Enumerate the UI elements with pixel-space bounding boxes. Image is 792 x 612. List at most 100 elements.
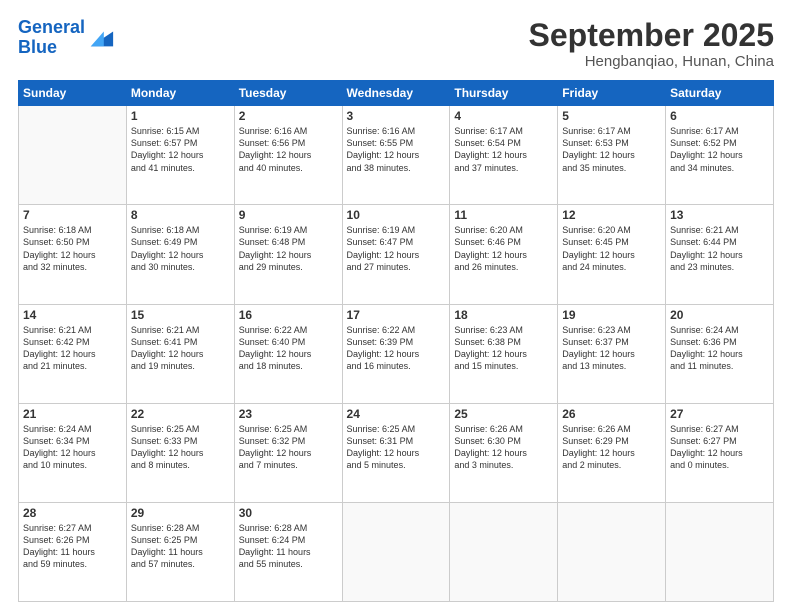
cell-info: Sunrise: 6:18 AM Sunset: 6:49 PM Dayligh…: [131, 224, 230, 273]
cell-info: Sunrise: 6:23 AM Sunset: 6:37 PM Dayligh…: [562, 324, 661, 373]
day-number: 20: [670, 308, 769, 322]
calendar-cell: [666, 502, 774, 601]
day-number: 15: [131, 308, 230, 322]
day-number: 22: [131, 407, 230, 421]
calendar-cell: 16 Sunrise: 6:22 AM Sunset: 6:40 PM Dayli…: [234, 304, 342, 403]
calendar-cell: 26 Sunrise: 6:26 AM Sunset: 6:29 PM Dayli…: [558, 403, 666, 502]
day-of-week-sunday: Sunday: [19, 81, 127, 106]
cell-info: Sunrise: 6:15 AM Sunset: 6:57 PM Dayligh…: [131, 125, 230, 174]
calendar-cell: 7 Sunrise: 6:18 AM Sunset: 6:50 PM Daylig…: [19, 205, 127, 304]
title-block: September 2025 Hengbanqiao, Hunan, China: [529, 18, 774, 70]
calendar-cell: 4 Sunrise: 6:17 AM Sunset: 6:54 PM Daylig…: [450, 106, 558, 205]
calendar-cell: 24 Sunrise: 6:25 AM Sunset: 6:31 PM Dayli…: [342, 403, 450, 502]
calendar-header-row: SundayMondayTuesdayWednesdayThursdayFrid…: [19, 81, 774, 106]
cell-info: Sunrise: 6:21 AM Sunset: 6:41 PM Dayligh…: [131, 324, 230, 373]
day-number: 23: [239, 407, 338, 421]
day-number: 28: [23, 506, 122, 520]
cell-info: Sunrise: 6:25 AM Sunset: 6:31 PM Dayligh…: [347, 423, 446, 472]
calendar-cell: [19, 106, 127, 205]
calendar-week-1: 1Sunrise: 6:15 AM Sunset: 6:57 PM Daylig…: [19, 106, 774, 205]
calendar-cell: 21Sunrise: 6:24 AM Sunset: 6:34 PM Dayli…: [19, 403, 127, 502]
day-number: 3: [347, 109, 446, 123]
calendar-cell: 5 Sunrise: 6:17 AM Sunset: 6:53 PM Daylig…: [558, 106, 666, 205]
calendar-cell: 28 Sunrise: 6:27 AM Sunset: 6:26 PM Dayli…: [19, 502, 127, 601]
cell-info: Sunrise: 6:24 AM Sunset: 6:36 PM Dayligh…: [670, 324, 769, 373]
calendar-cell: 18 Sunrise: 6:23 AM Sunset: 6:38 PM Dayli…: [450, 304, 558, 403]
calendar-cell: 10 Sunrise: 6:19 AM Sunset: 6:47 PM Dayli…: [342, 205, 450, 304]
logo: General Blue: [18, 18, 115, 58]
calendar-cell: 9 Sunrise: 6:19 AM Sunset: 6:48 PM Daylig…: [234, 205, 342, 304]
cell-info: Sunrise: 6:24 AM Sunset: 6:34 PM Dayligh…: [23, 423, 122, 472]
day-number: 27: [670, 407, 769, 421]
day-number: 25: [454, 407, 553, 421]
day-of-week-wednesday: Wednesday: [342, 81, 450, 106]
day-number: 6: [670, 109, 769, 123]
cell-info: Sunrise: 6:28 AM Sunset: 6:25 PM Dayligh…: [131, 522, 230, 571]
day-number: 30: [239, 506, 338, 520]
cell-info: Sunrise: 6:21 AM Sunset: 6:44 PM Dayligh…: [670, 224, 769, 273]
logo-line2: Blue: [18, 37, 57, 57]
cell-info: Sunrise: 6:28 AM Sunset: 6:24 PM Dayligh…: [239, 522, 338, 571]
cell-info: Sunrise: 6:22 AM Sunset: 6:40 PM Dayligh…: [239, 324, 338, 373]
day-number: 14: [23, 308, 122, 322]
day-number: 9: [239, 208, 338, 222]
calendar-cell: [450, 502, 558, 601]
cell-info: Sunrise: 6:27 AM Sunset: 6:27 PM Dayligh…: [670, 423, 769, 472]
calendar-cell: 20 Sunrise: 6:24 AM Sunset: 6:36 PM Dayli…: [666, 304, 774, 403]
location-subtitle: Hengbanqiao, Hunan, China: [529, 53, 774, 70]
calendar-cell: 12 Sunrise: 6:20 AM Sunset: 6:45 PM Dayli…: [558, 205, 666, 304]
calendar-cell: 23 Sunrise: 6:25 AM Sunset: 6:32 PM Dayli…: [234, 403, 342, 502]
cell-info: Sunrise: 6:17 AM Sunset: 6:53 PM Dayligh…: [562, 125, 661, 174]
cell-info: Sunrise: 6:20 AM Sunset: 6:45 PM Dayligh…: [562, 224, 661, 273]
day-number: 18: [454, 308, 553, 322]
day-of-week-saturday: Saturday: [666, 81, 774, 106]
calendar-cell: 8 Sunrise: 6:18 AM Sunset: 6:49 PM Daylig…: [126, 205, 234, 304]
cell-info: Sunrise: 6:27 AM Sunset: 6:26 PM Dayligh…: [23, 522, 122, 571]
cell-info: Sunrise: 6:17 AM Sunset: 6:54 PM Dayligh…: [454, 125, 553, 174]
cell-info: Sunrise: 6:19 AM Sunset: 6:48 PM Dayligh…: [239, 224, 338, 273]
day-of-week-tuesday: Tuesday: [234, 81, 342, 106]
calendar-cell: 30 Sunrise: 6:28 AM Sunset: 6:24 PM Dayli…: [234, 502, 342, 601]
logo-text: General Blue: [18, 18, 85, 58]
calendar-week-5: 28 Sunrise: 6:27 AM Sunset: 6:26 PM Dayli…: [19, 502, 774, 601]
day-of-week-thursday: Thursday: [450, 81, 558, 106]
day-of-week-monday: Monday: [126, 81, 234, 106]
calendar-week-2: 7 Sunrise: 6:18 AM Sunset: 6:50 PM Daylig…: [19, 205, 774, 304]
day-number: 11: [454, 208, 553, 222]
day-number: 24: [347, 407, 446, 421]
page: General Blue September 2025 Hengbanqiao,…: [0, 0, 792, 612]
day-number: 26: [562, 407, 661, 421]
cell-info: Sunrise: 6:16 AM Sunset: 6:55 PM Dayligh…: [347, 125, 446, 174]
day-number: 5: [562, 109, 661, 123]
day-number: 2: [239, 109, 338, 123]
day-number: 12: [562, 208, 661, 222]
calendar-cell: 25Sunrise: 6:26 AM Sunset: 6:30 PM Dayli…: [450, 403, 558, 502]
calendar-cell: 13 Sunrise: 6:21 AM Sunset: 6:44 PM Dayli…: [666, 205, 774, 304]
cell-info: Sunrise: 6:19 AM Sunset: 6:47 PM Dayligh…: [347, 224, 446, 273]
calendar-cell: 15 Sunrise: 6:21 AM Sunset: 6:41 PM Dayli…: [126, 304, 234, 403]
calendar-cell: 11 Sunrise: 6:20 AM Sunset: 6:46 PM Dayli…: [450, 205, 558, 304]
cell-info: Sunrise: 6:25 AM Sunset: 6:32 PM Dayligh…: [239, 423, 338, 472]
day-number: 8: [131, 208, 230, 222]
day-number: 13: [670, 208, 769, 222]
day-number: 7: [23, 208, 122, 222]
cell-info: Sunrise: 6:21 AM Sunset: 6:42 PM Dayligh…: [23, 324, 122, 373]
day-number: 16: [239, 308, 338, 322]
cell-info: Sunrise: 6:20 AM Sunset: 6:46 PM Dayligh…: [454, 224, 553, 273]
calendar-cell: 2Sunrise: 6:16 AM Sunset: 6:56 PM Daylig…: [234, 106, 342, 205]
calendar-cell: 19 Sunrise: 6:23 AM Sunset: 6:37 PM Dayli…: [558, 304, 666, 403]
day-number: 19: [562, 308, 661, 322]
cell-info: Sunrise: 6:23 AM Sunset: 6:38 PM Dayligh…: [454, 324, 553, 373]
calendar-week-4: 21Sunrise: 6:24 AM Sunset: 6:34 PM Dayli…: [19, 403, 774, 502]
cell-info: Sunrise: 6:26 AM Sunset: 6:29 PM Dayligh…: [562, 423, 661, 472]
day-of-week-friday: Friday: [558, 81, 666, 106]
calendar-table: SundayMondayTuesdayWednesdayThursdayFrid…: [18, 80, 774, 602]
calendar-cell: 3 Sunrise: 6:16 AM Sunset: 6:55 PM Daylig…: [342, 106, 450, 205]
day-number: 29: [131, 506, 230, 520]
day-number: 10: [347, 208, 446, 222]
cell-info: Sunrise: 6:18 AM Sunset: 6:50 PM Dayligh…: [23, 224, 122, 273]
logo-icon: [87, 24, 115, 52]
day-number: 4: [454, 109, 553, 123]
calendar-cell: 22Sunrise: 6:25 AM Sunset: 6:33 PM Dayli…: [126, 403, 234, 502]
calendar-week-3: 14 Sunrise: 6:21 AM Sunset: 6:42 PM Dayli…: [19, 304, 774, 403]
